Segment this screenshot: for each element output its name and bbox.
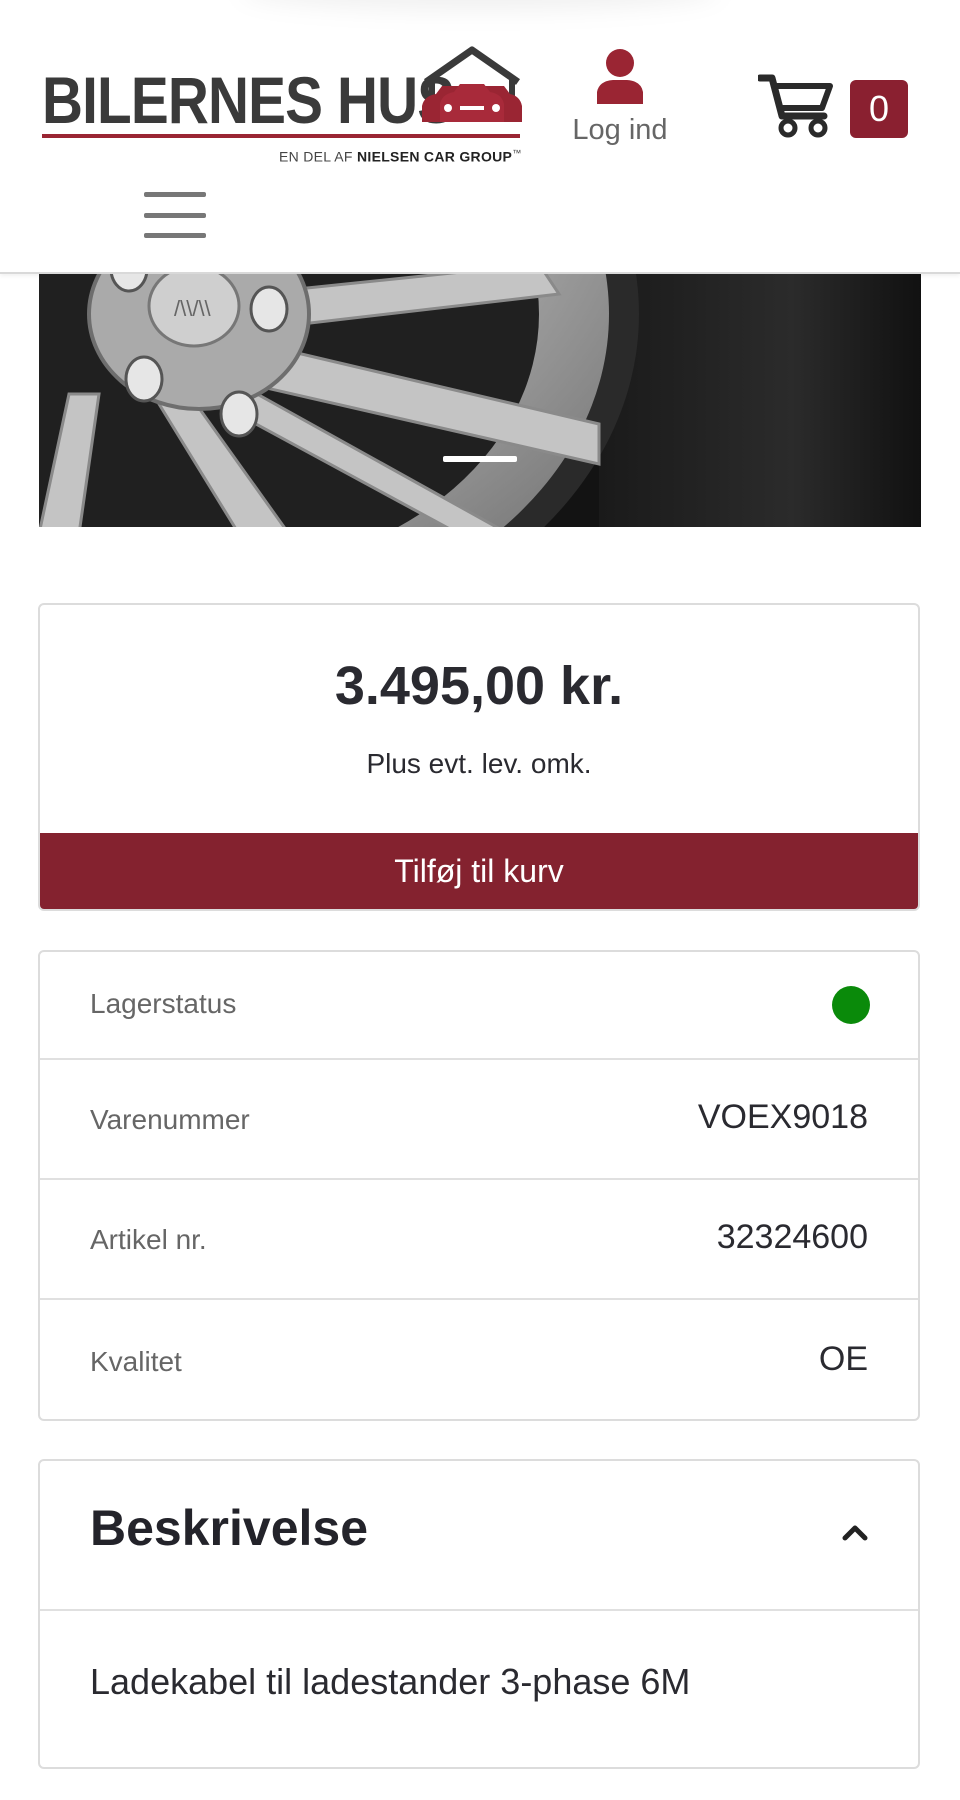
spec-label: Kvalitet [90,1346,182,1377]
product-price: 3.495,00 kr. [334,656,624,716]
description-text: Ladekabel til ladestander 3-phase 6M [90,1661,691,1702]
stock-status-indicator [832,986,870,1024]
price-card: 3.495,00 kr. Plus evt. lev. omk. Tilføj … [38,603,920,911]
brand-name: BILERNES HUS [42,63,455,137]
logo-underline [42,134,520,138]
tagline-trademark: ™ [512,148,522,158]
garage-cars-icon [422,46,522,122]
spec-label: Lagerstatus [90,988,237,1019]
tagline-group: NIELSEN CAR GROUP [356,148,513,165]
spec-row-item-number: Varenummer VOEX9018 [40,1058,918,1180]
spec-value: 32324600 [716,1218,868,1256]
wheel-image: /\\/\\ [39,274,921,527]
spec-value: OE [818,1340,868,1378]
header-shadow [240,0,720,10]
product-specs: Lagerstatus Varenummer VOEX9018 Artikel … [38,950,920,1421]
user-icon [597,49,643,104]
description-toggle[interactable]: Beskrivelse [40,1461,918,1611]
cart-count-badge[interactable]: 0 [850,80,908,138]
chevron-up-icon[interactable] [840,1517,870,1547]
login-link[interactable]: Log ind [560,48,680,148]
login-label: Log ind [572,114,668,146]
hamburger-menu-icon[interactable] [144,190,206,238]
spec-value: VOEX9018 [697,1098,868,1136]
spec-label: Varenummer [90,1104,250,1135]
brand-tagline: EN DEL AF NIELSEN CAR GROUP™ [279,148,522,165]
spec-label: Artikel nr. [90,1224,207,1255]
spec-row-quality: Kvalitet OE [40,1298,918,1419]
tagline-prefix: EN DEL AF [279,148,353,165]
svg-text:/\\/\\: /\\/\\ [174,296,212,321]
shipping-note: Plus evt. lev. omk. [366,748,592,779]
cart-icon[interactable] [758,72,834,138]
description-title: Beskrivelse [90,1500,369,1556]
product-image[interactable]: /\\/\\ [39,274,921,527]
site-header: BILERNES HUS EN DEL AF NIELSEN CAR GROUP… [0,0,960,274]
spec-row-article-number: Artikel nr. 32324600 [40,1178,918,1300]
add-to-cart-button[interactable]: Tilføj til kurv [40,833,918,909]
spec-row-stock: Lagerstatus [40,952,918,1058]
description-panel: Beskrivelse Ladekabel til ladestander 3-… [38,1459,920,1769]
carousel-indicator[interactable] [443,456,517,462]
brand-logo[interactable]: BILERNES HUS EN DEL AF NIELSEN CAR GROUP… [42,44,532,169]
